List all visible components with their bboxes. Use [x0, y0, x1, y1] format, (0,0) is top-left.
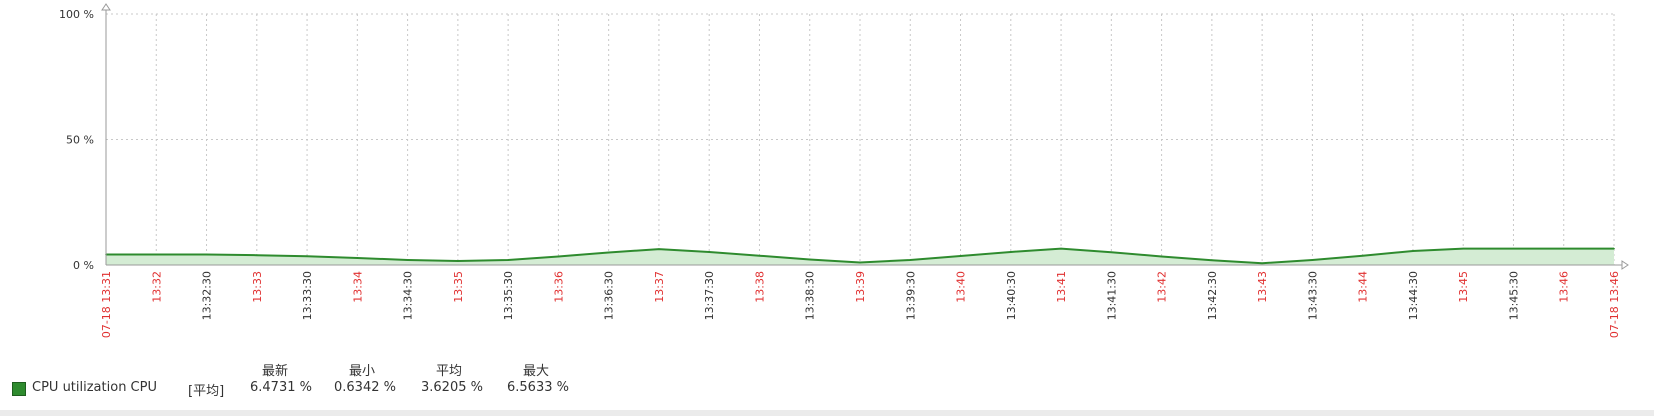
x-tick-label: 13:41:30	[1105, 271, 1118, 320]
data-point	[1010, 251, 1012, 253]
x-tick-label: 13:43:30	[1306, 271, 1319, 320]
data-point	[205, 253, 208, 256]
x-tick-label: 13:45	[1457, 271, 1470, 303]
x-tick-label: 07-18 13:46	[1608, 271, 1621, 338]
data-point	[457, 260, 459, 262]
data-point	[1613, 247, 1615, 250]
data-point	[356, 257, 359, 259]
x-tick-label: 13:36:30	[603, 271, 616, 320]
y-tick-label: 0 %	[73, 259, 94, 272]
data-point	[1211, 259, 1213, 262]
legend-series-name: CPU utilization CPU	[32, 380, 157, 395]
x-tick-label: 13:39	[854, 271, 867, 303]
data-point	[1311, 259, 1314, 261]
x-tick-label: 07-18 13:31	[100, 271, 113, 338]
y-axis-arrow	[101, 3, 111, 11]
x-tick-label: 13:33:30	[301, 271, 314, 320]
data-point	[1261, 262, 1263, 265]
x-tick-label: 13:43	[1256, 271, 1269, 303]
x-tick-label: 13:37	[653, 271, 666, 303]
legend-header-max: 最大	[523, 364, 550, 379]
data-point	[758, 254, 761, 257]
x-tick-label: 13:35:30	[502, 271, 515, 320]
legend-value-min: 0.6342 %	[334, 380, 396, 395]
data-point	[959, 255, 962, 257]
y-tick-label: 50 %	[66, 134, 94, 147]
data-point	[507, 259, 509, 261]
x-tick-label: 13:34	[351, 271, 364, 303]
data-point	[808, 258, 811, 261]
x-tick-label: 13:32	[150, 271, 163, 303]
data-point	[255, 254, 258, 257]
x-tick-label: 13:39:30	[904, 271, 917, 320]
data-point	[557, 255, 560, 258]
x-tick-label: 13:37:30	[703, 271, 716, 320]
data-point	[859, 261, 861, 264]
legend-header-min: 最小	[349, 364, 376, 379]
data-point	[1160, 255, 1163, 258]
legend-header-latest: 最新	[262, 364, 289, 379]
legend-header-avg: 平均	[436, 364, 463, 379]
x-tick-label: 13:41	[1055, 271, 1068, 303]
x-tick-label: 13:38:30	[804, 271, 817, 320]
x-tick-label: 13:45:30	[1507, 271, 1520, 320]
x-tick-label: 13:38	[753, 271, 766, 303]
x-tick-label: 13:44:30	[1407, 271, 1420, 320]
x-tick-label: 13:40:30	[1005, 271, 1018, 320]
data-point	[1361, 254, 1364, 257]
x-tick-label: 13:40	[955, 271, 968, 303]
data-point	[1562, 247, 1565, 250]
chart-svg: 100 % 50 % 0 % 07-18 13:31 13:32 13:32:30 13:3…	[59, 3, 1629, 338]
x-tick-label: 13:34:30	[402, 271, 415, 320]
x-tick-label: 13:46	[1558, 271, 1571, 303]
data-point	[1512, 247, 1515, 250]
x-tick-label: 13:32:30	[201, 271, 214, 320]
data-point	[658, 248, 660, 250]
legend-value-max: 6.5633 %	[507, 380, 569, 395]
legend-color-swatch	[12, 382, 26, 396]
legend-value-latest: 6.4731 %	[250, 380, 312, 395]
data-point	[1412, 250, 1414, 252]
legend-series-func: [平均]	[188, 384, 225, 399]
data-point	[406, 259, 409, 261]
bottom-divider	[0, 410, 1654, 416]
data-point	[1110, 251, 1113, 253]
data-point	[1060, 247, 1062, 250]
x-tick-label: 13:35	[452, 271, 465, 303]
data-point	[155, 253, 158, 256]
y-tick-label: 100 %	[59, 8, 94, 21]
x-tick-label: 13:42	[1156, 271, 1169, 303]
legend-value-avg: 3.6205 %	[421, 380, 483, 395]
x-tick-label: 13:42:30	[1206, 271, 1219, 320]
data-point	[909, 259, 912, 261]
x-tick-label: 13:36	[552, 271, 565, 303]
data-point	[1462, 247, 1464, 250]
x-tick-label: 13:44	[1357, 271, 1370, 303]
x-axis-arrow	[1621, 260, 1629, 270]
data-point	[306, 255, 308, 258]
x-tick-label: 13:33	[251, 271, 264, 303]
data-point	[607, 251, 610, 254]
data-point	[708, 251, 710, 253]
